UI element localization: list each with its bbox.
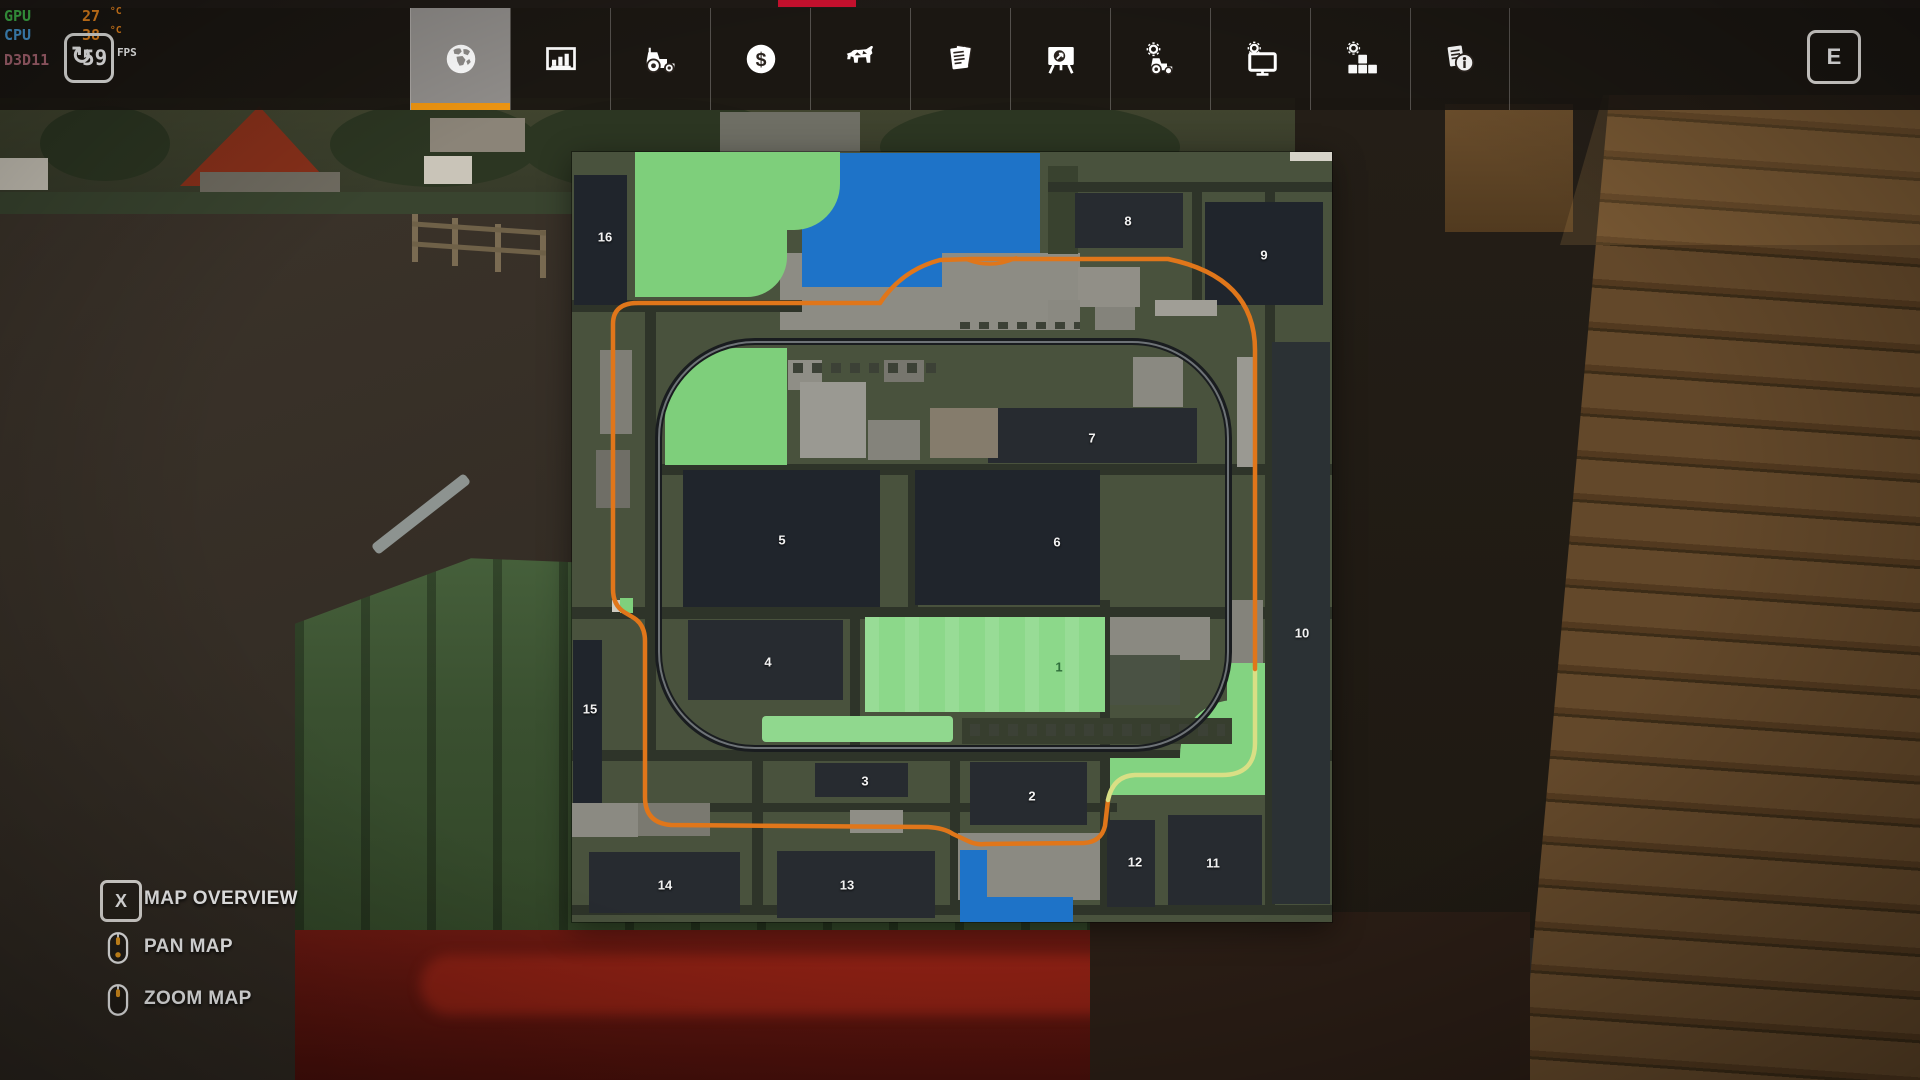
wood-shed xyxy=(1445,104,1573,232)
tab-game-settings[interactable] xyxy=(1210,8,1310,110)
reset-view-key-badge: ↻ xyxy=(64,33,114,83)
field-label: 15 xyxy=(583,702,597,717)
hint-label: ZOOM MAP xyxy=(144,988,252,1010)
svg-text:$: $ xyxy=(755,49,766,71)
field-label: 2 xyxy=(1028,789,1035,804)
farm-shed xyxy=(430,118,525,152)
animals-icon xyxy=(843,41,879,77)
field-label: 1 xyxy=(1055,660,1062,675)
hint-zoom-map: ZOOM MAP xyxy=(106,983,130,1022)
hint-pan-map: PAN MAP xyxy=(106,931,130,970)
field-label: 4 xyxy=(764,655,771,670)
production-icon xyxy=(1043,41,1079,77)
field-label: 8 xyxy=(1124,214,1131,229)
mouse-wheel-icon xyxy=(106,983,130,1017)
field-label: 16 xyxy=(598,230,612,245)
field-label: 9 xyxy=(1260,248,1267,263)
garage-icon xyxy=(1143,41,1179,77)
game-settings-icon xyxy=(1243,41,1279,77)
wooden-wall-highlight xyxy=(1560,95,1920,245)
contracts-icon xyxy=(943,41,979,77)
field-label: 13 xyxy=(840,878,854,893)
keyboard-key-x: X xyxy=(100,880,142,922)
tab-map[interactable] xyxy=(410,8,510,110)
field-label: 11 xyxy=(1206,856,1220,871)
rotate-arrow-icon: ↻ xyxy=(71,41,92,71)
tab-finances[interactable]: $ xyxy=(710,8,810,110)
menu-tabs: $ xyxy=(410,8,1510,110)
tree xyxy=(40,106,170,181)
tab-help[interactable] xyxy=(1410,8,1510,110)
field-label: 5 xyxy=(778,533,785,548)
field-label: 14 xyxy=(658,878,672,893)
field-label: 10 xyxy=(1295,626,1309,641)
statistics-icon xyxy=(543,41,579,77)
ground-shadow xyxy=(1090,912,1530,1080)
help-icon xyxy=(1442,41,1478,77)
field-label: 7 xyxy=(1088,431,1095,446)
field-label: 3 xyxy=(861,774,868,789)
globe-map-icon xyxy=(443,41,479,77)
selected-tab-underline xyxy=(411,103,510,110)
tab-vehicles[interactable] xyxy=(610,8,710,110)
hint-label: PAN MAP xyxy=(144,936,233,958)
tab-general-settings[interactable] xyxy=(1310,8,1410,110)
general-settings-icon xyxy=(1343,41,1379,77)
farm-shed xyxy=(720,112,860,152)
hint-label: MAP OVERVIEW xyxy=(144,888,298,910)
field-label: 6 xyxy=(1053,535,1060,550)
hotkey-e-label: E xyxy=(1827,44,1842,70)
mouse-pan-icon xyxy=(106,931,130,965)
minimap[interactable]: 1 2 3 4 5 6 7 8 9 10 11 12 13 14 15 16 xyxy=(572,152,1332,922)
hotkey-e-badge: E xyxy=(1807,30,1861,84)
screen-top-edge xyxy=(0,0,1920,8)
tab-animals[interactable] xyxy=(810,8,910,110)
farm-house xyxy=(424,156,472,184)
vehicles-icon xyxy=(643,41,679,77)
map-route xyxy=(572,152,1332,922)
field-label: 12 xyxy=(1128,855,1142,870)
finances-icon: $ xyxy=(743,41,779,77)
notification-bar xyxy=(778,0,856,7)
game-screen: 1 2 3 4 5 6 7 8 9 10 11 12 13 14 15 16 xyxy=(0,0,1920,1080)
tab-garage[interactable] xyxy=(1110,8,1210,110)
tab-statistics[interactable] xyxy=(510,8,610,110)
tab-contracts[interactable] xyxy=(910,8,1010,110)
tab-production[interactable] xyxy=(1010,8,1110,110)
farm-house xyxy=(0,158,48,190)
gpu-stat: GPU27 °C xyxy=(4,6,122,25)
